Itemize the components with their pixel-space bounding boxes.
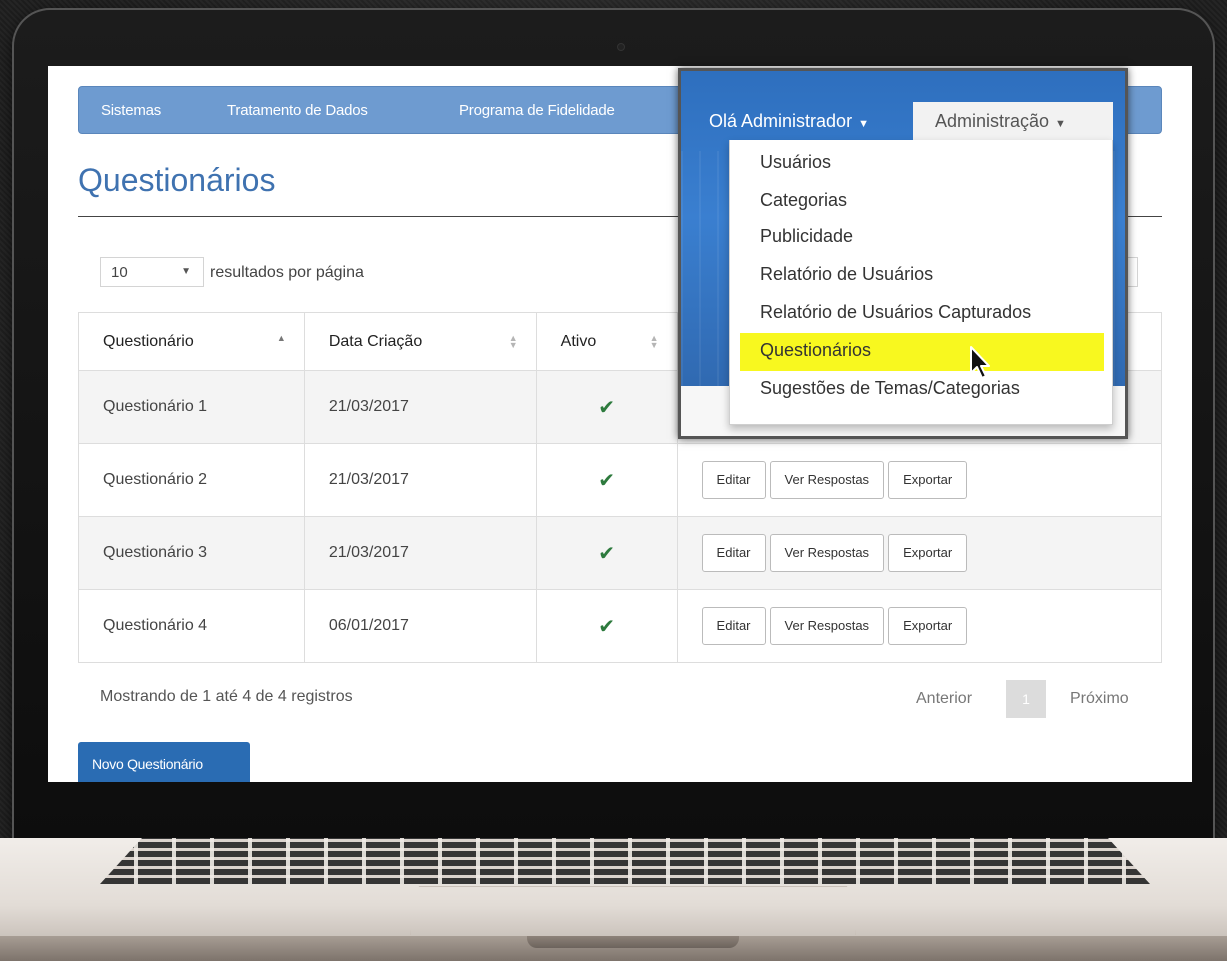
edit-button[interactable]: Editar	[701, 461, 766, 499]
page-title: Questionários	[78, 162, 276, 198]
nav-link-programa-de-fidelidade[interactable]: Programa de Fidelidade	[459, 102, 615, 119]
user-greeting-toggle[interactable]: Olá Administrador ▼	[709, 111, 869, 132]
nav-link-tratamento-de-dados[interactable]: Tratamento de Dados	[227, 102, 368, 119]
laptop-trackpad	[410, 886, 856, 935]
cell-actions: Editar Ver Respostas Exportar	[676, 589, 1163, 663]
export-button[interactable]: Exportar	[888, 607, 968, 645]
column-header-ativo[interactable]: Ativo ▲ ▼	[535, 312, 678, 371]
menu-item-sugestoes-temas-categorias[interactable]: Sugestões de Temas/Categorias	[740, 371, 1104, 409]
cell-actions: Editar Ver Respostas Exportar	[676, 443, 1163, 517]
administration-dropdown-toggle[interactable]: Administração ▼	[913, 102, 1113, 140]
column-header-questionario[interactable]: Questionário ▲	[78, 312, 305, 371]
export-button[interactable]: Exportar	[888, 461, 968, 499]
check-icon: ✔	[598, 396, 615, 419]
menu-item-relatorio-usuarios-capturados[interactable]: Relatório de Usuários Capturados	[740, 295, 1104, 333]
menu-item-publicidade[interactable]: Publicidade	[740, 219, 1104, 257]
cell-date: 21/03/2017	[303, 516, 537, 590]
edit-button[interactable]: Editar	[701, 534, 766, 572]
sort-icon: ▲ ▼	[649, 333, 659, 350]
table-row: Questionário 2 21/03/2017 ✔ Editar Ver Re…	[78, 443, 1163, 517]
menu-item-questionarios[interactable]: Questionários	[740, 333, 1104, 371]
pagination-previous[interactable]: Anterior	[916, 690, 972, 708]
caret-down-icon: ▼	[858, 118, 869, 130]
mouse-cursor-icon	[970, 346, 990, 379]
cell-name: Questionário 3	[78, 516, 305, 590]
export-button[interactable]: Exportar	[888, 534, 968, 572]
column-header-data-criacao[interactable]: Data Criação ▲ ▼	[303, 312, 537, 371]
sort-icon: ▲ ▼	[508, 333, 518, 350]
pagination-current-page[interactable]: 1	[1006, 680, 1046, 718]
new-questionnaire-button[interactable]: Novo Questionário	[78, 742, 250, 782]
per-page-select[interactable]: 10 ▼	[100, 257, 204, 287]
cell-name: Questionário 1	[78, 370, 305, 444]
menu-item-relatorio-usuarios[interactable]: Relatório de Usuários	[740, 257, 1104, 295]
pagination-next[interactable]: Próximo	[1070, 690, 1129, 708]
admin-dropdown-zoom: Olá Administrador ▼ Administração ▼ Usuári…	[678, 68, 1128, 439]
check-icon: ✔	[598, 615, 615, 638]
edit-button[interactable]: Editar	[701, 607, 766, 645]
select-arrow-icon: ▼	[181, 266, 191, 277]
table-info: Mostrando de 1 até 4 de 4 registros	[100, 688, 353, 705]
laptop-notch	[527, 936, 739, 948]
view-responses-button[interactable]: Ver Respostas	[769, 607, 885, 645]
cell-date: 06/01/2017	[303, 589, 537, 663]
view-responses-button[interactable]: Ver Respostas	[769, 461, 885, 499]
check-icon: ✔	[598, 469, 615, 492]
table-row: Questionário 4 06/01/2017 ✔ Editar Ver Re…	[78, 589, 1163, 663]
webcam	[618, 44, 624, 50]
laptop-keyboard	[100, 838, 1150, 884]
sort-asc-icon: ▲	[276, 333, 286, 343]
view-responses-button[interactable]: Ver Respostas	[769, 534, 885, 572]
per-page-value: 10	[111, 264, 128, 281]
cell-name: Questionário 4	[78, 589, 305, 663]
caret-down-icon: ▼	[1055, 118, 1066, 130]
cell-name: Questionário 2	[78, 443, 305, 517]
check-icon: ✔	[598, 542, 615, 565]
menu-item-usuarios[interactable]: Usuários	[740, 145, 1104, 183]
cell-date: 21/03/2017	[303, 370, 537, 444]
table-row: Questionário 3 21/03/2017 ✔ Editar Ver Re…	[78, 516, 1163, 590]
menu-item-categorias[interactable]: Categorias	[740, 183, 1104, 221]
nav-link-sistemas[interactable]: Sistemas	[101, 102, 161, 119]
administration-dropdown-menu: Usuários Categorias Publicidade Relatóri…	[729, 140, 1113, 425]
cell-actions: Editar Ver Respostas Exportar	[676, 516, 1163, 590]
per-page-label: resultados por página	[210, 264, 364, 281]
cell-date: 21/03/2017	[303, 443, 537, 517]
